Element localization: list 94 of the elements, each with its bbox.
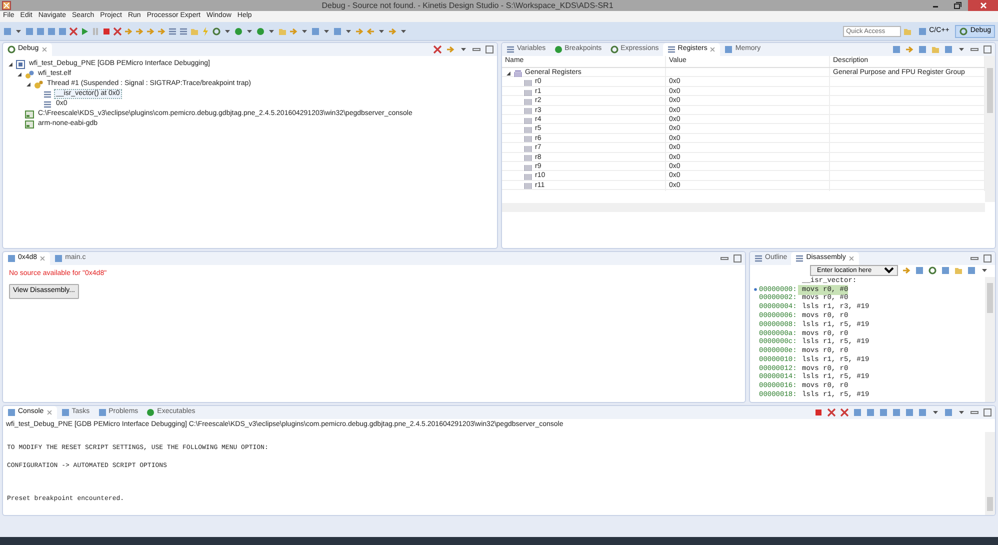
register-icon: [524, 78, 533, 88]
register-icon: [524, 116, 533, 125]
square-icon[interactable]: [905, 408, 914, 418]
lines-icon: [754, 254, 763, 263]
arrow-icon[interactable]: [902, 266, 911, 276]
square-icon[interactable]: [879, 408, 888, 418]
expand-icon[interactable]: [25, 80, 32, 88]
window-title: Debug - Source not found. - Kinetis Design Studio - S:\Workspace_KDS\ADS-SR1: [320, 0, 614, 12]
close-icon[interactable]: [46, 409, 53, 416]
square-icon[interactable]: [892, 45, 901, 54]
square-icon[interactable]: [967, 266, 976, 276]
register-icon: [524, 144, 533, 153]
square-icon[interactable]: [47, 26, 56, 36]
terminal-icon: [25, 120, 34, 128]
square-icon[interactable]: [918, 408, 927, 418]
close-button[interactable]: [968, 0, 998, 11]
arrow-icon[interactable]: [157, 26, 166, 36]
lines-icon: [43, 100, 52, 108]
square-icon[interactable]: [853, 408, 862, 418]
lines-icon: [795, 254, 804, 263]
cross-icon[interactable]: [827, 408, 836, 418]
folder-icon[interactable]: [954, 266, 963, 276]
maximize-icon[interactable]: [983, 408, 992, 418]
vertical-scrollbar[interactable]: [985, 56, 995, 202]
square-icon: [54, 254, 64, 263]
minimize-icon[interactable]: [472, 45, 481, 54]
square-icon[interactable]: [941, 266, 950, 276]
lines-icon[interactable]: [168, 26, 177, 36]
stop-icon[interactable]: [102, 26, 111, 36]
square-icon: [7, 254, 16, 263]
gears-icon: [25, 70, 34, 78]
cross-icon[interactable]: [69, 26, 78, 36]
square-icon: [98, 408, 107, 418]
close-icon[interactable]: [848, 254, 855, 262]
arrow-icon[interactable]: [446, 45, 455, 54]
register-group-icon: [514, 68, 523, 78]
square-icon[interactable]: [36, 26, 45, 36]
terminal-icon: [25, 110, 34, 118]
square-icon[interactable]: [58, 26, 67, 36]
circle-icon: [554, 45, 563, 54]
circle-icon[interactable]: [234, 26, 243, 36]
circle-icon: [146, 408, 156, 418]
register-icon: [524, 106, 533, 116]
register-icon: [524, 162, 533, 172]
maximize-icon[interactable]: [485, 45, 494, 54]
register-icon: [524, 88, 533, 97]
folder-icon[interactable]: [931, 45, 940, 54]
restore-icon: [952, 1, 962, 10]
square-icon[interactable]: [915, 266, 924, 276]
stop-icon[interactable]: [814, 408, 823, 418]
minimize-icon[interactable]: [970, 45, 979, 54]
close-icon[interactable]: [40, 46, 48, 53]
lines-icon: [666, 45, 676, 54]
lines-icon: [506, 45, 515, 54]
maximize-icon[interactable]: [733, 254, 742, 263]
square-icon[interactable]: [944, 45, 953, 54]
horizontal-scrollbar[interactable]: [502, 202, 985, 212]
lines-icon[interactable]: [179, 26, 188, 36]
cross-icon[interactable]: [840, 408, 849, 418]
arrow-icon[interactable]: [135, 26, 144, 36]
cross-icon[interactable]: [433, 45, 442, 54]
register-icon: [524, 181, 533, 190]
square-icon: [724, 45, 734, 54]
lines-icon: [43, 90, 52, 98]
register-icon: [524, 172, 533, 182]
register-icon: [524, 134, 533, 144]
square-icon: [918, 26, 928, 36]
circle-icon[interactable]: [256, 26, 265, 36]
vertical-scrollbar[interactable]: [985, 432, 995, 515]
cross-icon[interactable]: [113, 26, 122, 36]
maximize-icon[interactable]: [983, 254, 992, 263]
square-icon[interactable]: [944, 408, 953, 418]
close-icon[interactable]: [709, 46, 716, 53]
expand-icon[interactable]: [7, 60, 14, 68]
square-icon[interactable]: [892, 408, 901, 418]
square-icon: [60, 408, 70, 418]
gears-icon: [34, 80, 43, 88]
close-icon: [978, 1, 988, 10]
register-icon: [524, 153, 533, 162]
vertical-scrollbar[interactable]: [985, 276, 995, 402]
square-icon[interactable]: [866, 408, 875, 418]
expand-icon[interactable]: [505, 70, 512, 77]
register-icon: [524, 125, 533, 134]
arrow-icon[interactable]: [124, 26, 133, 36]
square-icon[interactable]: [918, 45, 927, 54]
maximize-icon[interactable]: [983, 45, 992, 54]
close-icon[interactable]: [39, 254, 46, 262]
register-icon: [524, 96, 533, 106]
expand-icon[interactable]: [16, 70, 23, 78]
c-file-icon: [16, 60, 25, 68]
arrow-icon[interactable]: [146, 26, 155, 36]
arrow-icon[interactable]: [905, 45, 914, 54]
square-icon: [7, 408, 16, 418]
play-icon[interactable]: [80, 26, 89, 36]
